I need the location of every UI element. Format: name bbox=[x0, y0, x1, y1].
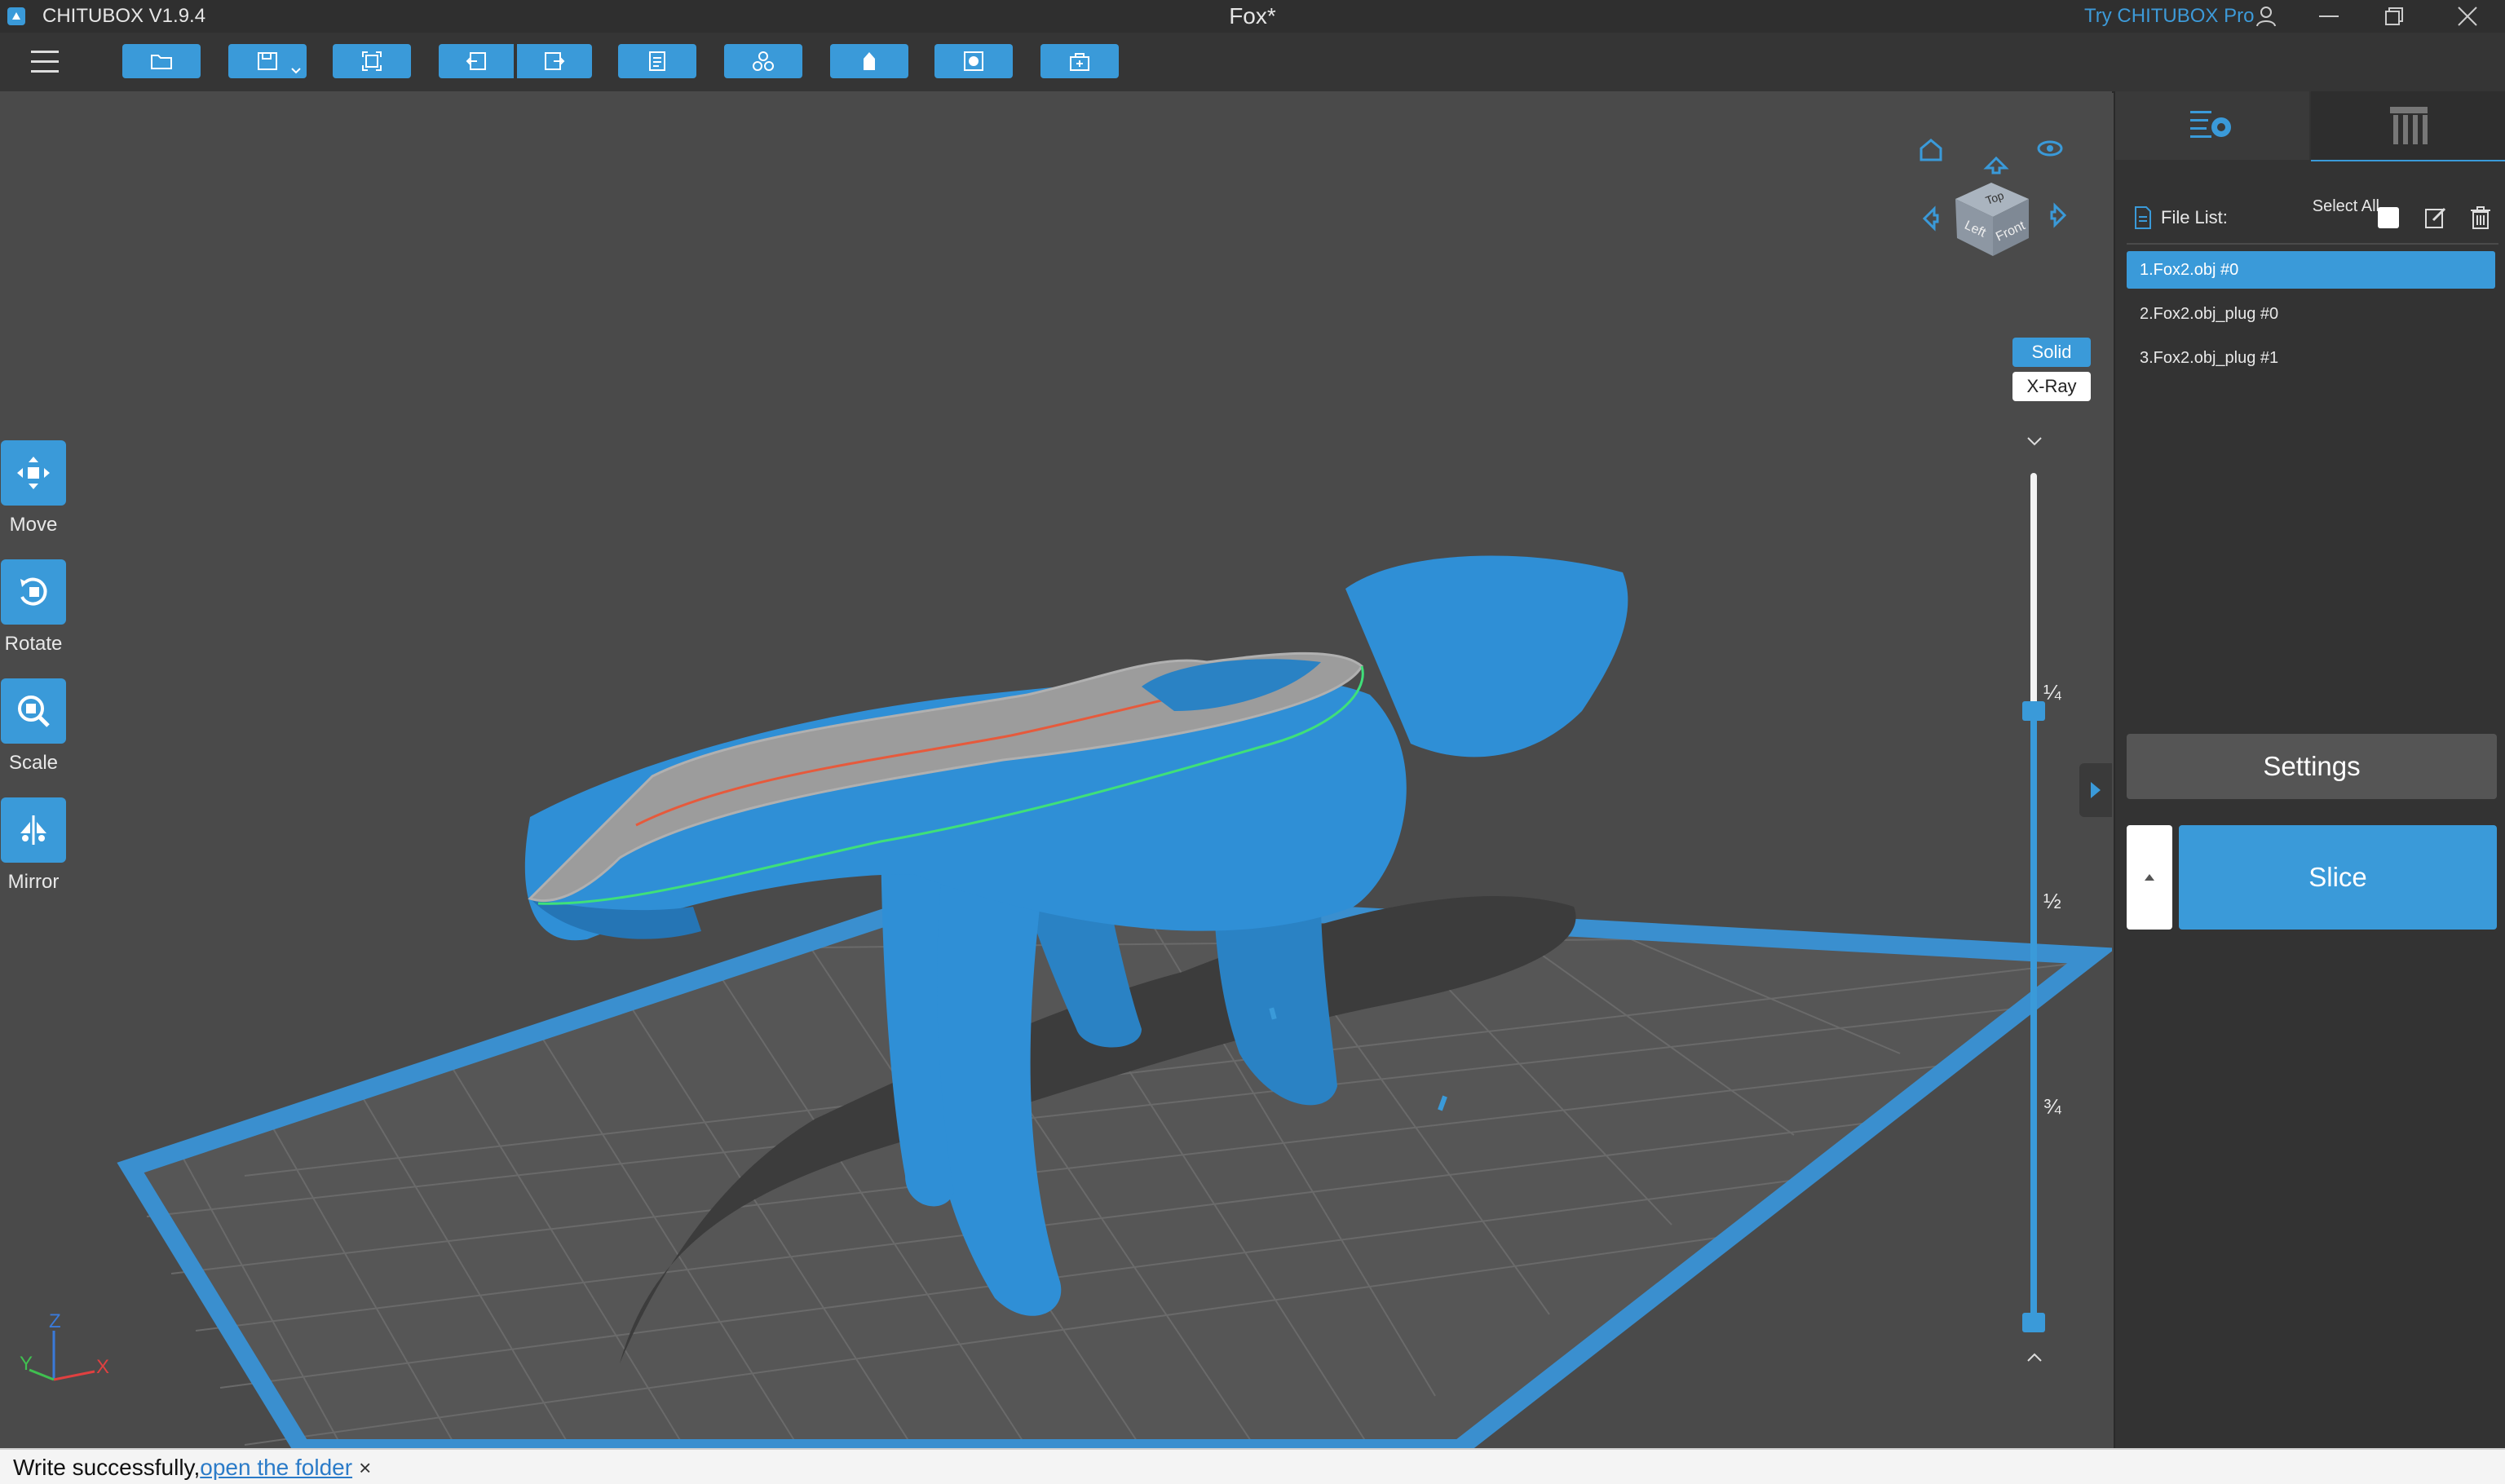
open-folder-link[interactable]: open the folder bbox=[200, 1455, 352, 1480]
tab-settings[interactable] bbox=[2115, 91, 2309, 160]
close-icon[interactable] bbox=[2443, 0, 2492, 33]
title-bar: CHITUBOX V1.9.4 Fox* Try CHITUBOX Pro bbox=[0, 0, 2505, 33]
undo-button[interactable] bbox=[439, 44, 514, 78]
rotate-tool[interactable]: Rotate bbox=[0, 559, 67, 656]
slice-button[interactable]: Slice bbox=[2179, 825, 2497, 930]
restore-icon[interactable] bbox=[2370, 0, 2419, 33]
layer-slider-lower-handle[interactable] bbox=[2022, 1313, 2045, 1332]
support-icon bbox=[864, 52, 875, 70]
notes-button[interactable] bbox=[618, 44, 696, 78]
axis-gizmo: Z X Y bbox=[20, 1310, 109, 1381]
slider-tick-three-quarter: ¾ bbox=[2043, 1094, 2061, 1119]
save-button[interactable] bbox=[228, 44, 307, 78]
settings-button[interactable]: Settings bbox=[2127, 734, 2497, 799]
layer-slider-upper-handle[interactable] bbox=[2022, 701, 2045, 721]
move-tool-button[interactable] bbox=[1, 440, 66, 506]
file-list-icon bbox=[2135, 206, 2151, 229]
file-list-item[interactable]: 3.Fox2.obj_plug #1 bbox=[2127, 339, 2495, 377]
layer-slider-track-upper[interactable] bbox=[2030, 473, 2037, 711]
minimize-icon[interactable] bbox=[2304, 0, 2353, 33]
slider-up-chevron-icon[interactable] bbox=[2021, 1345, 2048, 1370]
triangle-right-icon bbox=[2091, 782, 2101, 798]
redo-button[interactable] bbox=[517, 44, 592, 78]
hollow-icon bbox=[964, 51, 983, 71]
scale-icon bbox=[18, 696, 50, 727]
slider-down-chevron-icon[interactable] bbox=[2021, 429, 2048, 453]
slice-options-button[interactable] bbox=[2127, 825, 2172, 930]
arrow-left-icon[interactable] bbox=[1922, 205, 1939, 232]
app-title: CHITUBOX V1.9.4 bbox=[42, 5, 206, 27]
solid-mode-button[interactable]: Solid bbox=[2012, 338, 2091, 367]
dig-hole-button[interactable] bbox=[1040, 44, 1119, 78]
mirror-tool[interactable]: Mirror bbox=[0, 797, 67, 894]
arrange-button[interactable] bbox=[724, 44, 802, 78]
open-file-button[interactable] bbox=[122, 44, 201, 78]
triangle-up-icon bbox=[2145, 874, 2154, 881]
status-text: Write successfully, bbox=[13, 1455, 201, 1480]
chevron-down-icon bbox=[291, 68, 301, 74]
layer-slider-track-lower[interactable] bbox=[2030, 711, 2037, 1321]
mirror-tool-button[interactable] bbox=[1, 797, 66, 863]
scale-tool-button[interactable] bbox=[1, 678, 66, 744]
status-message: Write successfully,open the folder × bbox=[13, 1455, 371, 1481]
edit-icon[interactable] bbox=[2423, 205, 2448, 230]
home-view-icon[interactable] bbox=[1920, 139, 1942, 161]
trash-icon[interactable] bbox=[2469, 205, 2492, 230]
scale-tool-label: Scale bbox=[8, 752, 59, 774]
hamburger-menu-icon[interactable] bbox=[29, 47, 62, 77]
rotate-tool-label: Rotate bbox=[4, 633, 63, 655]
save-icon bbox=[258, 52, 277, 70]
undo-icon bbox=[466, 52, 486, 70]
screenshot-button[interactable] bbox=[333, 44, 411, 78]
document-icon bbox=[649, 51, 665, 71]
try-pro-link[interactable]: Try CHITUBOX Pro bbox=[2084, 5, 2254, 28]
arrow-up-icon[interactable] bbox=[1983, 156, 2009, 174]
support-button[interactable] bbox=[830, 44, 908, 78]
move-tool-label: Move bbox=[9, 514, 58, 536]
move-tool[interactable]: Move bbox=[0, 440, 67, 537]
tab-supports[interactable] bbox=[2311, 91, 2505, 161]
list-settings-icon bbox=[2190, 111, 2231, 138]
select-all-label: Select All bbox=[2312, 197, 2379, 215]
status-close-icon[interactable]: × bbox=[359, 1455, 371, 1481]
supports-icon bbox=[2390, 107, 2428, 144]
xray-mode-button[interactable]: X-Ray bbox=[2012, 372, 2091, 401]
main-toolbar bbox=[0, 33, 2505, 93]
file-list-item[interactable]: 2.Fox2.obj_plug #0 bbox=[2127, 295, 2495, 333]
right-panel: File List: Select All 1.Fox2.obj #0 2.Fo… bbox=[2114, 91, 2505, 1448]
scale-tool[interactable]: Scale bbox=[0, 678, 67, 775]
file-list-divider bbox=[2127, 243, 2498, 245]
frame-icon bbox=[362, 51, 382, 71]
hollow-button[interactable] bbox=[934, 44, 1013, 78]
file-list-item[interactable]: 1.Fox2.obj #0 bbox=[2127, 251, 2495, 289]
view-cube[interactable]: Top Left Front bbox=[1955, 183, 2029, 256]
mirror-icon bbox=[20, 815, 46, 845]
redo-icon bbox=[545, 52, 565, 70]
folder-icon bbox=[151, 55, 172, 69]
rotate-tool-button[interactable] bbox=[1, 559, 66, 625]
slider-tick-half: ½ bbox=[2043, 889, 2061, 913]
3d-viewport[interactable]: Move Rotate Scale Mirror Top Left Front … bbox=[0, 91, 2112, 1448]
axis-z-label: Z bbox=[49, 1310, 61, 1332]
axis-y-label: Y bbox=[20, 1353, 33, 1375]
mirror-tool-label: Mirror bbox=[7, 871, 60, 893]
select-all-checkbox[interactable] bbox=[2378, 207, 2399, 228]
scene-canvas[interactable] bbox=[0, 91, 2112, 1448]
dig-hole-icon bbox=[1070, 53, 1089, 71]
chitubox-logo-icon bbox=[7, 7, 25, 25]
arrow-right-icon[interactable] bbox=[2050, 202, 2067, 228]
view-navigator[interactable]: Top Left Front bbox=[1892, 124, 2088, 263]
status-bar: Write successfully,open the folder × bbox=[0, 1448, 2505, 1484]
user-icon[interactable] bbox=[2252, 0, 2280, 33]
move-icon bbox=[17, 457, 50, 489]
panel-collapse-button[interactable] bbox=[2079, 763, 2112, 817]
slider-tick-quarter: ¼ bbox=[2043, 680, 2061, 704]
rotate-icon bbox=[20, 577, 47, 606]
file-list-label: File List: bbox=[2161, 207, 2228, 227]
axis-x-label: X bbox=[96, 1356, 109, 1378]
arrange-icon bbox=[753, 51, 774, 71]
eye-icon[interactable] bbox=[2037, 140, 2063, 157]
